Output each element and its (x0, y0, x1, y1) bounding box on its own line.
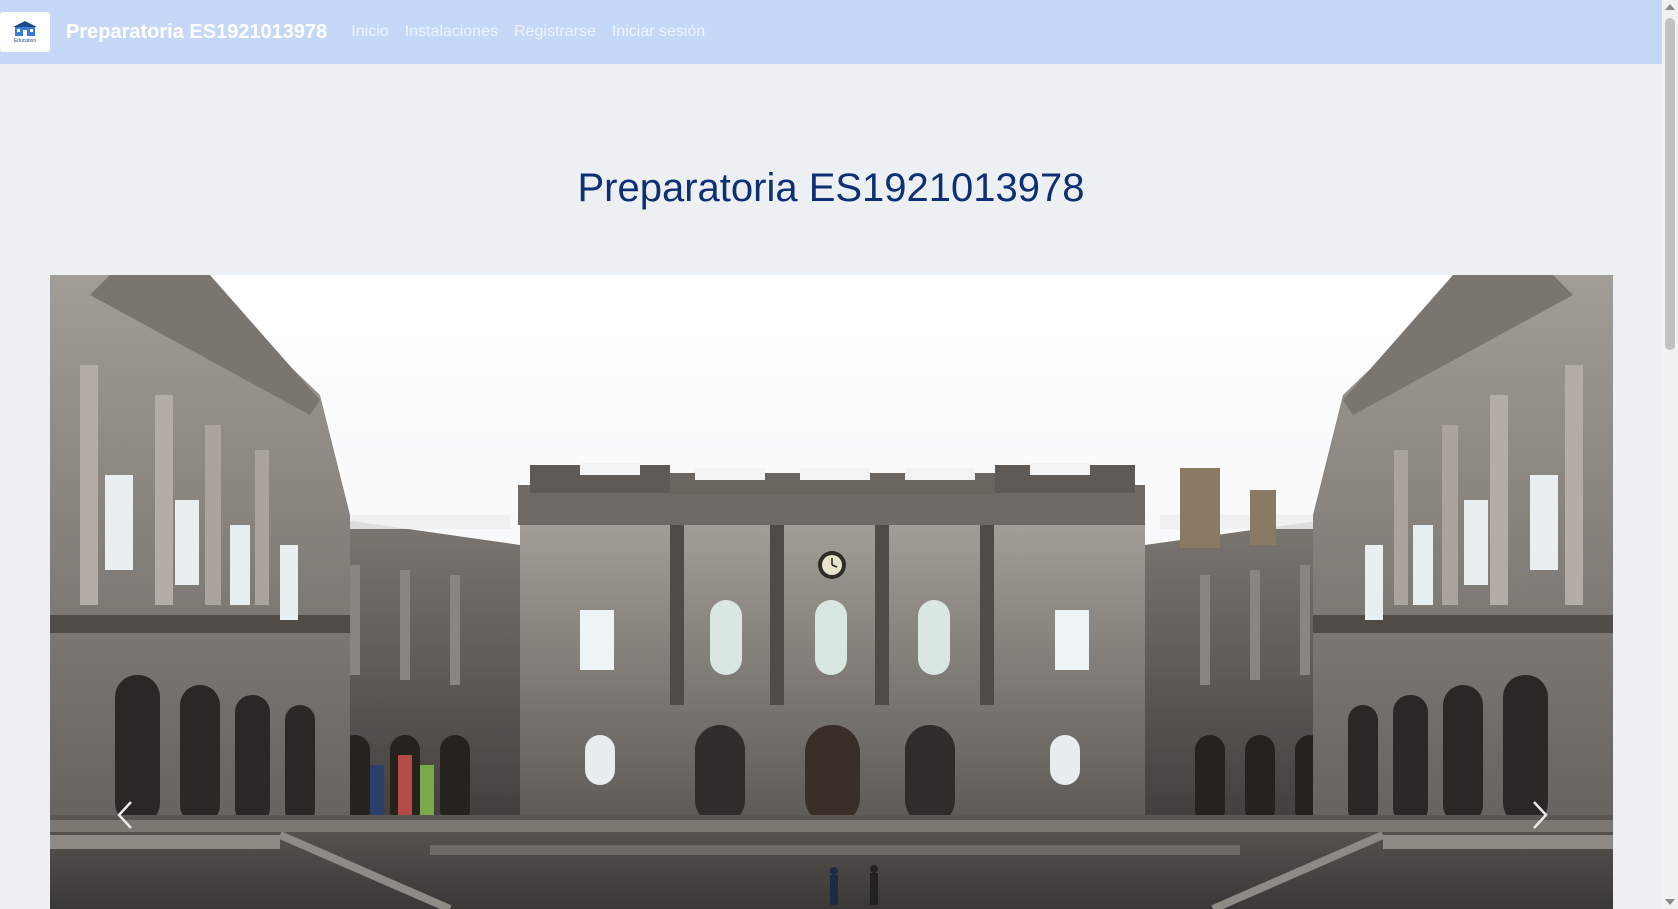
carousel-prev-button[interactable] (110, 795, 140, 835)
nav-link-instalaciones[interactable]: Instalaciones (405, 23, 498, 41)
page: Education Preparatoria ES1921013978 Inic… (0, 0, 1678, 909)
page-title: Preparatoria ES1921013978 (577, 166, 1085, 210)
page-scrollbar[interactable] (1662, 0, 1678, 909)
chevron-right-icon (1533, 801, 1548, 829)
nav-link-iniciar-sesion[interactable]: Iniciar sesión (612, 23, 705, 41)
nav-link-registrarse[interactable]: Registrarse (514, 23, 596, 41)
brand-logo[interactable]: Education (0, 12, 50, 52)
chevron-left-icon (117, 801, 132, 829)
brand-name[interactable]: Preparatoria ES1921013978 (66, 21, 327, 44)
navbar: Education Preparatoria ES1921013978 Inic… (0, 0, 1662, 64)
scroll-thumb[interactable] (1665, 18, 1675, 350)
image-carousel[interactable] (50, 275, 1613, 909)
scroll-up-arrow-icon[interactable] (1665, 4, 1675, 10)
logo-text: Education (13, 38, 37, 44)
nav-link-inicio[interactable]: Inicio (351, 23, 388, 41)
university-building-image (50, 275, 1613, 909)
school-building-icon (13, 21, 37, 36)
scroll-down-arrow-icon[interactable] (1665, 899, 1675, 905)
carousel-next-button[interactable] (1525, 795, 1555, 835)
